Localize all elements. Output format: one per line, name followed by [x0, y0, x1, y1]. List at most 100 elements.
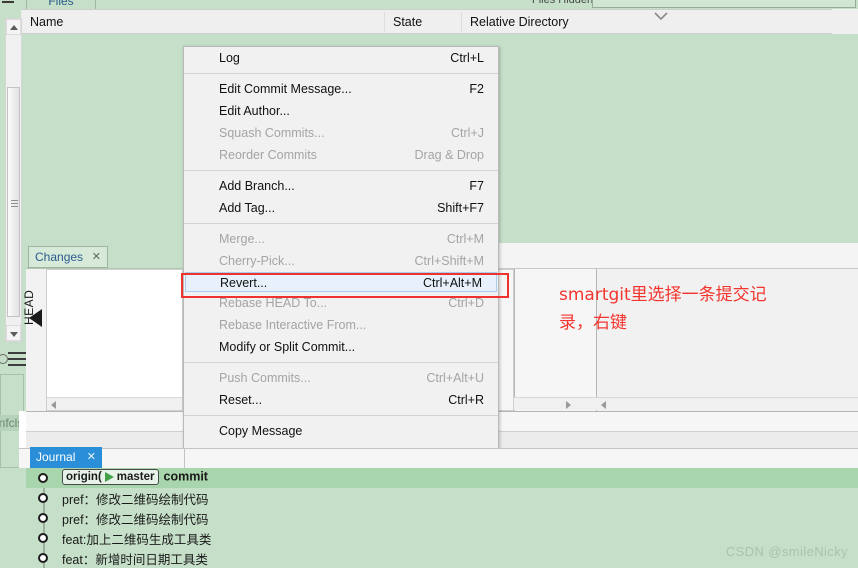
- journal-row-content: pref：修改二维码绘制代码: [62, 489, 209, 508]
- right-horizontal-scrollbar[interactable]: [596, 397, 858, 410]
- context-menu[interactable]: Log Ctrl+L Edit Commit Message... F2 Edit Au…: [183, 46, 499, 471]
- close-icon[interactable]: ✕: [92, 250, 101, 263]
- menu-item-shortcut: F7: [469, 179, 484, 193]
- file-filter-input[interactable]: [592, 0, 856, 8]
- menu-item-label: Rebase HEAD To...: [219, 296, 328, 310]
- journal-row[interactable]: origin( master commit: [26, 468, 858, 488]
- tab-files[interactable]: Files: [26, 0, 96, 9]
- tab-changes[interactable]: Changes ✕: [28, 246, 108, 268]
- menu-item-label: Edit Commit Message...: [219, 82, 352, 96]
- journal-row-content: pref：修改二维码绘制代码: [62, 509, 209, 528]
- commit-node-icon: [38, 513, 48, 523]
- tab-changes-label: Changes: [35, 250, 84, 264]
- menu-item-add-tag[interactable]: Add Tag... Shift+F7: [184, 197, 498, 219]
- minimize-icon[interactable]: [2, 0, 16, 6]
- journal-row-content: origin( master commit: [62, 469, 208, 486]
- center-horizontal-scrollbar[interactable]: [514, 397, 596, 410]
- menu-item-shortcut: Ctrl+R: [448, 393, 484, 407]
- menu-item-shortcut: Drag & Drop: [414, 148, 484, 162]
- menu-item-label: Log: [219, 51, 240, 65]
- menu-item-shortcut: Ctrl+Alt+U: [426, 371, 484, 385]
- menu-item-label: Copy Message: [219, 424, 303, 438]
- files-header-right-pad: [832, 9, 858, 34]
- head-label: HEAD: [22, 289, 36, 325]
- menu-item-shortcut: Ctrl+J: [451, 126, 484, 140]
- menu-separator: [184, 415, 498, 416]
- commit-message: pref：修改二维码绘制代码: [62, 493, 209, 507]
- changes-horizontal-scrollbar[interactable]: [47, 397, 182, 410]
- column-header-state[interactable]: State: [384, 10, 459, 34]
- journal-tab-strip: [19, 448, 858, 468]
- menu-item-squash-commits: Squash Commits... Ctrl+J: [184, 122, 498, 144]
- menu-item-copy-message[interactable]: Copy Message: [184, 420, 498, 442]
- menu-item-shortcut: Ctrl+M: [446, 232, 484, 246]
- tab-journal[interactable]: Journal ✕: [30, 447, 102, 468]
- branch-ref-tag[interactable]: origin( master: [62, 469, 159, 486]
- menu-item-shortcut: F2: [469, 82, 484, 96]
- menu-item-label: Merge...: [219, 232, 265, 246]
- tab-journal-label: Journal: [36, 450, 76, 464]
- menu-item-reorder-commits: Reorder Commits Drag & Drop: [184, 144, 498, 166]
- annotation-highlight-box: [181, 273, 509, 298]
- column-header-name[interactable]: Name: [21, 10, 384, 34]
- commit-message: commit: [163, 469, 208, 484]
- commit-message: feat:加上二维码生成工具类: [62, 533, 212, 547]
- menu-item-label: Add Branch...: [219, 179, 295, 193]
- menu-item-label: Add Tag...: [219, 201, 276, 215]
- menu-item-shortcut: Ctrl+Shift+M: [414, 254, 484, 268]
- menu-separator: [184, 170, 498, 171]
- files-hidden-button[interactable]: Files Hidden: [532, 0, 593, 8]
- annotation-text: smartgit里选择一条提交记 录，右键: [559, 281, 858, 337]
- menu-item-merge: Merge... Ctrl+M: [184, 228, 498, 250]
- play-arrow-icon: [104, 472, 114, 482]
- journal-row[interactable]: pref：修改二维码绘制代码: [26, 488, 858, 508]
- commit-node-icon: [38, 533, 48, 543]
- menu-item-edit-commit-message[interactable]: Edit Commit Message... F2: [184, 78, 498, 100]
- menu-item-label: Reset...: [219, 393, 263, 407]
- menu-item-label: Modify or Split Commit...: [219, 340, 356, 354]
- menu-item-edit-author[interactable]: Edit Author...: [184, 100, 498, 122]
- journal-column-divider: [184, 448, 185, 468]
- menu-item-shortcut: Ctrl+L: [450, 51, 484, 65]
- vertical-scrollbar[interactable]: [5, 18, 22, 342]
- menu-item-modify-or-split-commit[interactable]: Modify or Split Commit...: [184, 336, 498, 358]
- menu-item-shortcut: Shift+F7: [437, 201, 484, 215]
- scroll-down-arrow-icon[interactable]: [6, 325, 21, 341]
- menu-item-label: Cherry-Pick...: [219, 254, 295, 268]
- close-icon[interactable]: ✕: [87, 450, 96, 463]
- commit-message: feat：新增时间日期工具类: [62, 553, 208, 567]
- menu-item-reset[interactable]: Reset... Ctrl+R: [184, 389, 498, 411]
- commit-node-icon: [38, 553, 48, 563]
- menu-separator: [184, 73, 498, 74]
- commit-message: pref：修改二维码绘制代码: [62, 513, 209, 527]
- scroll-up-arrow-icon[interactable]: [6, 19, 21, 35]
- changes-content-area[interactable]: [26, 269, 183, 411]
- menu-item-label: Squash Commits...: [219, 126, 325, 140]
- scrollbar-grip-icon: [11, 200, 18, 201]
- menu-item-rebase-interactive-from: Rebase Interactive From...: [184, 314, 498, 336]
- commit-node-icon: [38, 473, 48, 483]
- menu-separator: [184, 223, 498, 224]
- menu-item-add-branch[interactable]: Add Branch... F7: [184, 175, 498, 197]
- journal-row[interactable]: pref：修改二维码绘制代码: [26, 508, 858, 528]
- journal-row-content: feat:加上二维码生成工具类: [62, 529, 211, 548]
- scrollbar-thumb[interactable]: [7, 87, 20, 317]
- annotation-line-2: 录，右键: [559, 313, 627, 333]
- journal-row-content: feat：新增时间日期工具类: [62, 549, 208, 568]
- annotation-line-1: smartgit里选择一条提交记: [559, 285, 767, 305]
- menu-item-log[interactable]: Log Ctrl+L: [184, 47, 498, 69]
- files-table-header: Name State Relative Directory: [21, 9, 858, 34]
- menu-item-cherry-pick: Cherry-Pick... Ctrl+Shift+M: [184, 250, 498, 272]
- menu-item-label: Push Commits...: [219, 371, 311, 385]
- remote-branch-label: origin(: [66, 471, 102, 483]
- toolbar-strip: Files Hidden: [0, 0, 858, 9]
- local-branch-label: master: [116, 471, 155, 483]
- menu-item-label: Edit Author...: [219, 104, 290, 118]
- chevron-down-icon[interactable]: [654, 12, 668, 21]
- watermark: CSDN @smileNicky: [725, 544, 848, 559]
- rail-circle-icon[interactable]: [0, 354, 8, 364]
- menu-item-label: Reorder Commits: [219, 148, 317, 162]
- commit-node-icon: [38, 493, 48, 503]
- menu-separator: [184, 362, 498, 363]
- menu-item-label: Rebase Interactive From...: [219, 318, 367, 332]
